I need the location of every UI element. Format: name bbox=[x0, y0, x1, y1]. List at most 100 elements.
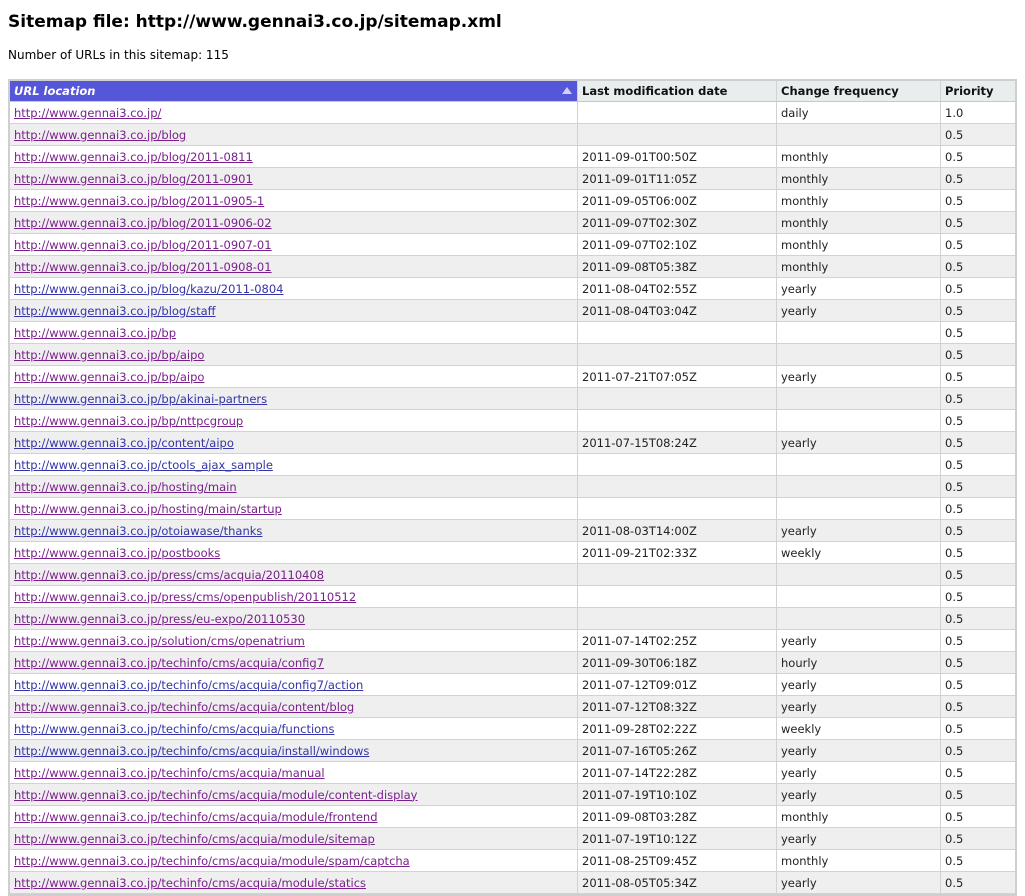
priority-cell: 0.5 bbox=[941, 674, 1015, 696]
priority-cell: 0.5 bbox=[941, 476, 1015, 498]
url-link[interactable]: http://www.gennai3.co.jp/hosting/main bbox=[14, 480, 237, 494]
table-row: http://www.gennai3.co.jp/hosting/main 0.5 bbox=[10, 476, 1015, 498]
url-cell: http://www.gennai3.co.jp/hosting/main bbox=[10, 476, 578, 498]
url-link[interactable]: http://www.gennai3.co.jp/solution/cms/op… bbox=[14, 634, 305, 648]
column-header-last-modification-date[interactable]: Last modification date bbox=[578, 81, 777, 102]
url-link[interactable]: http://www.gennai3.co.jp/blog/2011-0901 bbox=[14, 172, 253, 186]
url-link[interactable]: http://www.gennai3.co.jp/otoiawase/thank… bbox=[14, 524, 262, 538]
column-header-priority[interactable]: Priority bbox=[941, 81, 1015, 102]
lastmod-cell bbox=[578, 344, 777, 366]
table-row: http://www.gennai3.co.jp/techinfo/cms/ac… bbox=[10, 740, 1015, 762]
changefreq-cell bbox=[777, 564, 941, 586]
priority-cell: 0.5 bbox=[941, 652, 1015, 674]
priority-cell: 0.5 bbox=[941, 366, 1015, 388]
lastmod-cell: 2011-09-07T02:30Z bbox=[578, 212, 777, 234]
url-cell: http://www.gennai3.co.jp/blog bbox=[10, 124, 578, 146]
url-link[interactable]: http://www.gennai3.co.jp/press/eu-expo/2… bbox=[14, 612, 305, 626]
url-link[interactable]: http://www.gennai3.co.jp/ bbox=[14, 106, 161, 120]
url-link[interactable]: http://www.gennai3.co.jp/techinfo/cms/ac… bbox=[14, 656, 324, 670]
lastmod-cell: 2011-07-14T02:25Z bbox=[578, 630, 777, 652]
table-row: http://www.gennai3.co.jp/techinfo/cms/ac… bbox=[10, 784, 1015, 806]
priority-cell: 0.5 bbox=[941, 806, 1015, 828]
changefreq-cell bbox=[777, 344, 941, 366]
url-link[interactable]: http://www.gennai3.co.jp/content/aipo bbox=[14, 436, 234, 450]
table-row: http://www.gennai3.co.jp/press/cms/openp… bbox=[10, 586, 1015, 608]
table-row: http://www.gennai3.co.jp/bp/aipo 2011-07-… bbox=[10, 366, 1015, 388]
changefreq-cell bbox=[777, 454, 941, 476]
url-link[interactable]: http://www.gennai3.co.jp/press/cms/openp… bbox=[14, 590, 356, 604]
url-cell: http://www.gennai3.co.jp/bp/akinai-partn… bbox=[10, 388, 578, 410]
priority-cell: 0.5 bbox=[941, 146, 1015, 168]
url-cell: http://www.gennai3.co.jp/otoiawase/thank… bbox=[10, 520, 578, 542]
url-link[interactable]: http://www.gennai3.co.jp/techinfo/cms/ac… bbox=[14, 766, 325, 780]
url-link[interactable]: http://www.gennai3.co.jp/blog/2011-0907-… bbox=[14, 238, 272, 252]
url-cell: http://www.gennai3.co.jp/techinfo/cms/ac… bbox=[10, 652, 578, 674]
url-cell: http://www.gennai3.co.jp/blog/kazu/2011-… bbox=[10, 278, 578, 300]
url-link[interactable]: http://www.gennai3.co.jp/bp bbox=[14, 326, 176, 340]
priority-cell: 0.5 bbox=[941, 410, 1015, 432]
priority-cell: 0.5 bbox=[941, 608, 1015, 630]
priority-cell: 0.5 bbox=[941, 344, 1015, 366]
page-title: Sitemap file: http://www.gennai3.co.jp/s… bbox=[8, 12, 502, 32]
lastmod-cell: 2011-09-07T02:10Z bbox=[578, 234, 777, 256]
priority-cell: 0.5 bbox=[941, 762, 1015, 784]
priority-cell: 0.5 bbox=[941, 718, 1015, 740]
lastmod-cell: 2011-08-03T14:00Z bbox=[578, 520, 777, 542]
changefreq-cell: yearly bbox=[777, 674, 941, 696]
url-link[interactable]: http://www.gennai3.co.jp/bp/akinai-partn… bbox=[14, 392, 267, 406]
url-link[interactable]: http://www.gennai3.co.jp/ctools_ajax_sam… bbox=[14, 458, 273, 472]
url-cell: http://www.gennai3.co.jp/ bbox=[10, 102, 578, 124]
url-link[interactable]: http://www.gennai3.co.jp/blog/2011-0906-… bbox=[14, 216, 272, 230]
url-link[interactable]: http://www.gennai3.co.jp/bp/aipo bbox=[14, 348, 204, 362]
lastmod-cell: 2011-09-30T06:18Z bbox=[578, 652, 777, 674]
changefreq-cell bbox=[777, 498, 941, 520]
url-link[interactable]: http://www.gennai3.co.jp/blog/2011-0908-… bbox=[14, 260, 272, 274]
url-link[interactable]: http://www.gennai3.co.jp/press/cms/acqui… bbox=[14, 568, 324, 582]
url-cell: http://www.gennai3.co.jp/press/eu-expo/2… bbox=[10, 608, 578, 630]
lastmod-cell bbox=[578, 410, 777, 432]
lastmod-cell bbox=[578, 124, 777, 146]
url-cell: http://www.gennai3.co.jp/techinfo/cms/ac… bbox=[10, 828, 578, 850]
table-row: http://www.gennai3.co.jp/solution/cms/op… bbox=[10, 630, 1015, 652]
url-cell: http://www.gennai3.co.jp/postbooks bbox=[10, 542, 578, 564]
url-cell: http://www.gennai3.co.jp/blog/2011-0811 bbox=[10, 146, 578, 168]
lastmod-cell: 2011-08-04T02:55Z bbox=[578, 278, 777, 300]
changefreq-cell bbox=[777, 476, 941, 498]
table-row: http://www.gennai3.co.jp/daily 1.0 bbox=[10, 102, 1015, 124]
url-link[interactable]: http://www.gennai3.co.jp/techinfo/cms/ac… bbox=[14, 700, 354, 714]
changefreq-cell: monthly bbox=[777, 212, 941, 234]
lastmod-cell bbox=[578, 586, 777, 608]
url-link[interactable]: http://www.gennai3.co.jp/techinfo/cms/ac… bbox=[14, 722, 334, 736]
table-row: http://www.gennai3.co.jp/bp/aipo 0.5 bbox=[10, 344, 1015, 366]
url-link[interactable]: http://www.gennai3.co.jp/blog/2011-0905-… bbox=[14, 194, 264, 208]
url-link[interactable]: http://www.gennai3.co.jp/techinfo/cms/ac… bbox=[14, 832, 375, 846]
url-link[interactable]: http://www.gennai3.co.jp/techinfo/cms/ac… bbox=[14, 678, 363, 692]
changefreq-cell bbox=[777, 388, 941, 410]
url-link[interactable]: http://www.gennai3.co.jp/techinfo/cms/ac… bbox=[14, 788, 417, 802]
sitemap-table: URL location Last modification date Chan… bbox=[8, 79, 1017, 896]
url-link[interactable]: http://www.gennai3.co.jp/blog/staff bbox=[14, 304, 216, 318]
url-link[interactable]: http://www.gennai3.co.jp/bp/aipo bbox=[14, 370, 204, 384]
changefreq-cell: yearly bbox=[777, 696, 941, 718]
url-link[interactable]: http://www.gennai3.co.jp/blog/2011-0811 bbox=[14, 150, 253, 164]
url-cell: http://www.gennai3.co.jp/blog/2011-0908-… bbox=[10, 256, 578, 278]
priority-cell: 0.5 bbox=[941, 278, 1015, 300]
url-link[interactable]: http://www.gennai3.co.jp/postbooks bbox=[14, 546, 220, 560]
table-row: http://www.gennai3.co.jp/bp 0.5 bbox=[10, 322, 1015, 344]
url-link[interactable]: http://www.gennai3.co.jp/blog bbox=[14, 128, 186, 142]
url-link[interactable]: http://www.gennai3.co.jp/blog/kazu/2011-… bbox=[14, 282, 284, 296]
page: Sitemap file: http://www.gennai3.co.jp/s… bbox=[0, 0, 1025, 896]
url-link[interactable]: http://www.gennai3.co.jp/techinfo/cms/ac… bbox=[14, 854, 410, 868]
url-link[interactable]: http://www.gennai3.co.jp/bp/nttpcgroup bbox=[14, 414, 243, 428]
url-link[interactable]: http://www.gennai3.co.jp/techinfo/cms/ac… bbox=[14, 810, 378, 824]
priority-cell: 0.5 bbox=[941, 696, 1015, 718]
url-link[interactable]: http://www.gennai3.co.jp/techinfo/cms/ac… bbox=[14, 744, 369, 758]
table-row: http://www.gennai3.co.jp/techinfo/cms/ac… bbox=[10, 696, 1015, 718]
url-link[interactable]: http://www.gennai3.co.jp/hosting/main/st… bbox=[14, 502, 282, 516]
lastmod-cell: 2011-09-21T02:33Z bbox=[578, 542, 777, 564]
url-link[interactable]: http://www.gennai3.co.jp/techinfo/cms/ac… bbox=[14, 876, 366, 890]
column-header-url-location[interactable]: URL location bbox=[10, 81, 578, 102]
column-header-label: URL location bbox=[14, 84, 96, 98]
lastmod-cell bbox=[578, 608, 777, 630]
column-header-change-frequency[interactable]: Change frequency bbox=[777, 81, 941, 102]
